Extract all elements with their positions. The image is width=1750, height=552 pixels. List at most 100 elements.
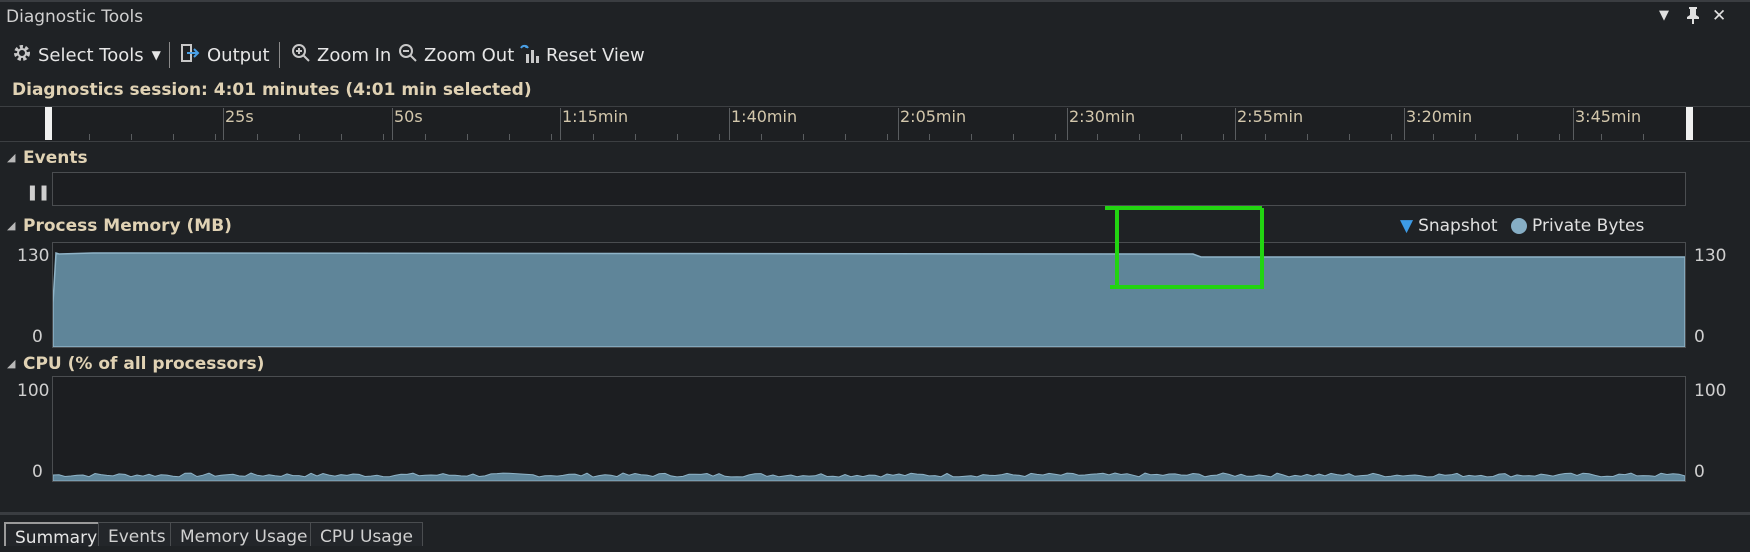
- ruler-minor-tick: [1349, 134, 1350, 140]
- reset-view-label: Reset View: [546, 44, 645, 66]
- ruler-tick-label: 1:40min: [731, 107, 798, 126]
- ruler-minor-tick: [1517, 134, 1518, 140]
- ruler-minor-tick: [677, 134, 678, 140]
- ruler-minor-tick: [89, 134, 90, 140]
- annotation-box: [1105, 206, 1264, 289]
- ruler-minor-tick: [761, 134, 762, 140]
- cpu-section-title: CPU (% of all processors): [23, 354, 265, 374]
- ruler-minor-tick: [1097, 134, 1098, 140]
- ruler-minor-tick: [803, 134, 804, 140]
- ruler-minor-tick: [341, 134, 342, 140]
- ruler-major-tick: [1573, 108, 1574, 140]
- cpu-y-min-left: 0: [32, 462, 43, 482]
- ruler-tick-label: 2:30min: [1069, 107, 1136, 126]
- ruler-tick-label: 2:55min: [1237, 107, 1304, 126]
- ruler-tick-label: 3:45min: [1575, 107, 1642, 126]
- ruler-minor-tick: [1475, 134, 1476, 140]
- toolbar-separator: [279, 42, 280, 68]
- reset-view-button[interactable]: Reset View: [518, 42, 645, 68]
- toolbar-separator: [169, 42, 170, 68]
- snapshot-triangle-icon: ▼: [1400, 216, 1414, 236]
- ruler-tick-label: 25s: [225, 107, 254, 126]
- collapse-memory-icon[interactable]: ◢: [7, 219, 15, 232]
- ruler-minor-tick: [1559, 134, 1560, 140]
- legend-snapshot-label: Snapshot: [1418, 216, 1498, 236]
- memory-y-max-right: 130: [1694, 246, 1727, 266]
- output-button[interactable]: Output: [181, 42, 270, 68]
- ruler-minor-tick: [509, 134, 510, 140]
- ruler-minor-tick: [1307, 134, 1308, 140]
- collapse-events-icon[interactable]: ◢: [7, 151, 15, 164]
- ruler-tick-label: 2:05min: [900, 107, 967, 126]
- close-icon[interactable]: ✕: [1712, 6, 1726, 26]
- memory-area-chart: [53, 251, 1685, 347]
- ruler-major-tick: [898, 108, 899, 140]
- ruler-minor-tick: [299, 134, 300, 140]
- cpu-area-chart: [53, 472, 1685, 481]
- ruler-minor-tick: [1055, 134, 1056, 140]
- highlight-annotation: [1105, 206, 1264, 289]
- reset-view-icon: [518, 42, 540, 69]
- zoom-in-icon: [291, 43, 311, 68]
- ruler-minor-tick: [1391, 134, 1392, 140]
- ruler-major-tick: [223, 108, 224, 140]
- legend-private-bytes: Private Bytes: [1511, 216, 1644, 236]
- ruler-minor-tick: [887, 134, 888, 140]
- ruler-minor-tick: [131, 134, 132, 140]
- memory-y-min-left: 0: [32, 327, 43, 347]
- zoom-in-label: Zoom In: [317, 44, 392, 66]
- pin-icon[interactable]: [1686, 6, 1700, 29]
- cpu-y-max-left: 100: [17, 381, 50, 401]
- zoom-out-button[interactable]: Zoom Out: [398, 42, 514, 68]
- select-tools-button[interactable]: Select Tools ▼: [12, 42, 161, 68]
- ruler-tick-label: 3:20min: [1406, 107, 1473, 126]
- window-title: Diagnostic Tools: [6, 7, 144, 27]
- events-section-title: Events: [23, 148, 88, 168]
- ruler-minor-tick: [845, 134, 846, 140]
- ruler-minor-tick: [257, 134, 258, 140]
- events-track[interactable]: [52, 172, 1686, 206]
- gear-icon: [12, 43, 32, 68]
- cpu-graph[interactable]: [52, 376, 1686, 482]
- ruler-major-tick: [1235, 108, 1236, 140]
- chevron-down-icon: ▼: [151, 48, 161, 62]
- ruler-minor-tick: [1181, 134, 1182, 140]
- output-icon: [181, 43, 201, 68]
- tab-cpu-usage[interactable]: CPU Usage: [310, 522, 423, 547]
- ruler-minor-tick: [635, 134, 636, 140]
- window-menu-dropdown-icon[interactable]: ▼: [1659, 8, 1669, 23]
- ruler-minor-tick: [1601, 134, 1602, 140]
- ruler-minor-tick: [1223, 134, 1224, 140]
- selection-end-handle[interactable]: [1686, 107, 1693, 140]
- legend-snapshot: ▼ Snapshot: [1400, 216, 1498, 236]
- ruler-major-tick: [560, 108, 561, 140]
- zoom-in-button[interactable]: Zoom In: [291, 42, 391, 68]
- ruler-minor-tick: [1139, 134, 1140, 140]
- cpu-area: [53, 472, 1685, 481]
- memory-section-title: Process Memory (MB): [23, 216, 232, 236]
- memory-graph[interactable]: [52, 242, 1686, 348]
- tab-memory-usage[interactable]: Memory Usage: [170, 522, 318, 547]
- cpu-y-max-right: 100: [1694, 381, 1727, 401]
- ruler-minor-tick: [1013, 134, 1014, 140]
- title-bar: [0, 0, 1750, 34]
- timeline-ruler[interactable]: [0, 106, 1750, 142]
- ruler-minor-tick: [425, 134, 426, 140]
- ruler-minor-tick: [215, 134, 216, 140]
- session-summary: Diagnostics session: 4:01 minutes (4:01 …: [12, 80, 532, 100]
- ruler-tick-label: 1:15min: [562, 107, 629, 126]
- selection-start-handle[interactable]: [45, 107, 52, 140]
- output-label: Output: [207, 44, 270, 66]
- ruler-minor-tick: [1265, 134, 1266, 140]
- ruler-minor-tick: [551, 134, 552, 140]
- pause-icon[interactable]: ❚❚: [26, 183, 50, 201]
- ruler-minor-tick: [593, 134, 594, 140]
- private-bytes-dot-icon: [1511, 218, 1527, 234]
- tab-summary[interactable]: Summary: [4, 522, 109, 548]
- collapse-cpu-icon[interactable]: ◢: [7, 357, 15, 370]
- zoom-out-icon: [398, 43, 418, 68]
- memory-y-min-right: 0: [1694, 327, 1705, 347]
- tab-events[interactable]: Events: [98, 522, 176, 547]
- ruler-major-tick: [392, 108, 393, 140]
- ruler-minor-tick: [929, 134, 930, 140]
